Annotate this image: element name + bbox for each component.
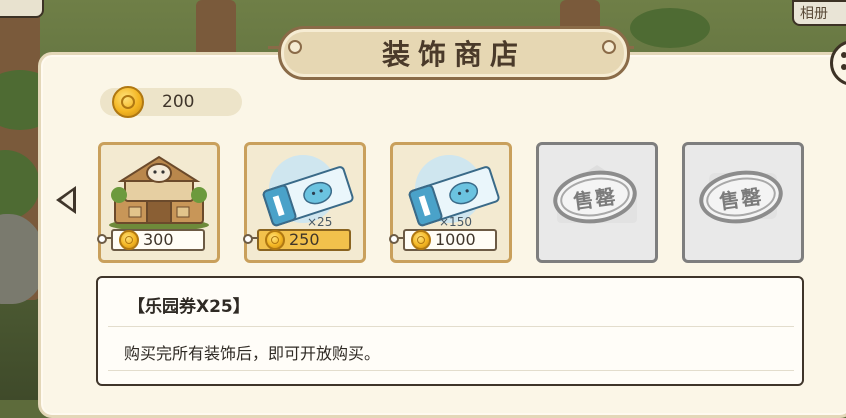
coin-balance-value: 200 — [162, 92, 195, 112]
shop-item-card-1[interactable]: 300 — [97, 142, 220, 263]
description-text: 购买完所有装饰后，即可开放购买。 — [124, 344, 381, 363]
shop-item-card-3[interactable]: ×150 1000 — [389, 142, 512, 263]
album-button[interactable]: 相册 — [792, 0, 846, 26]
tree-trunk — [196, 0, 236, 60]
coin-icon — [119, 230, 139, 250]
item-price: 250 — [289, 230, 320, 249]
price-tag: 1000 — [389, 229, 497, 251]
shop-item-card-2[interactable]: ×25 250 — [243, 142, 366, 263]
title-peg — [288, 40, 302, 54]
tag-hook — [97, 234, 112, 244]
item-price: 1000 — [435, 230, 476, 249]
item-quantity: ×25 — [307, 215, 333, 229]
divider — [108, 326, 794, 327]
shop-item-card-5-sold-out[interactable]: 售罄 — [682, 142, 804, 263]
top-left-tab[interactable] — [0, 0, 44, 18]
shop-item-card-4-sold-out[interactable]: 售罄 — [536, 142, 658, 263]
item-description-box: 【乐园券X25】 购买完所有装饰后，即可开放购买。 — [96, 276, 804, 386]
price-tag: 300 — [97, 229, 205, 251]
coin-icon — [112, 86, 144, 118]
tag-hook — [389, 234, 404, 244]
park-ticket-icon — [262, 155, 354, 227]
park-building-icon — [109, 155, 209, 229]
description-title: 【乐园券X25】 — [128, 297, 250, 317]
sold-out-label: 售罄 — [717, 183, 765, 214]
divider — [108, 370, 794, 371]
coin-icon — [411, 230, 431, 250]
price-tag-selected: 250 — [243, 229, 351, 251]
coin-icon — [265, 230, 285, 250]
title-banner: 装饰商店 — [278, 26, 630, 80]
title-peg — [602, 40, 616, 54]
sold-out-label: 售罄 — [571, 183, 619, 214]
tag-hook — [243, 234, 258, 244]
item-price: 300 — [143, 230, 174, 249]
bush — [630, 8, 710, 48]
shop-title: 装饰商店 — [381, 38, 526, 71]
item-quantity: ×150 — [439, 215, 472, 229]
previous-page-arrow-icon[interactable] — [56, 186, 76, 214]
